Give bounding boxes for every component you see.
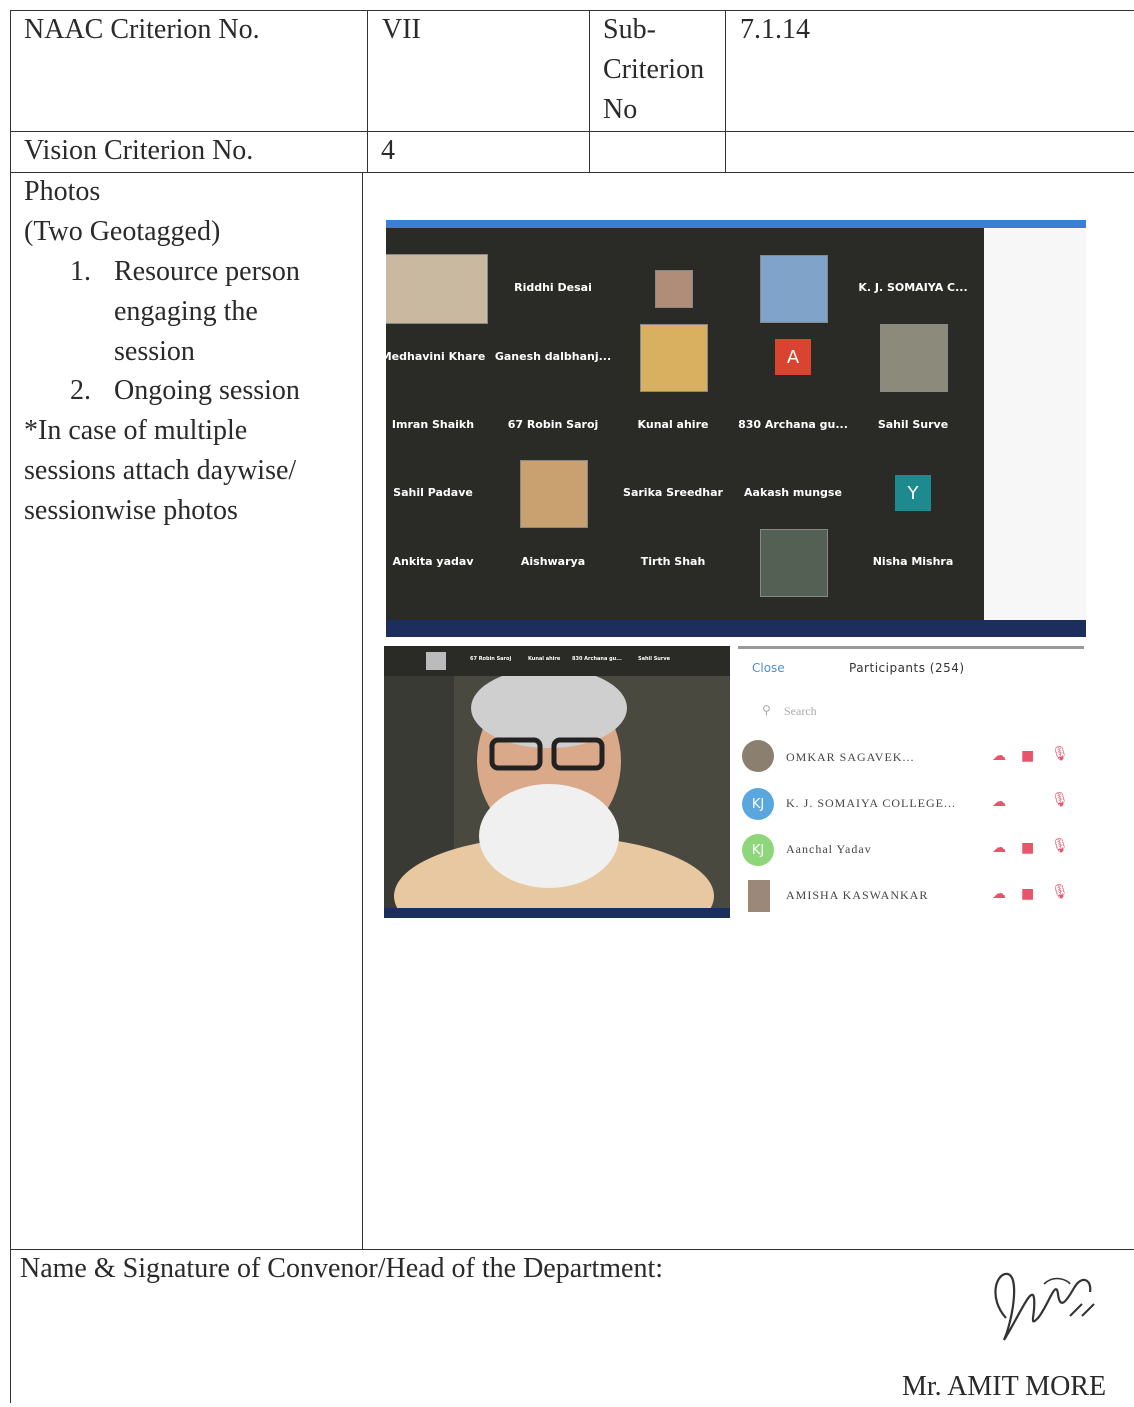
participant-name: Nisha Mishra [872,555,954,568]
video-icon[interactable]: ■ [1021,840,1034,856]
participant-name: Medhavini Khare [386,350,486,363]
participant-name: Riddhi Desai [514,281,592,294]
participant-name: K. J. SOMAIYA C... [858,281,968,294]
avatar [748,880,770,912]
list-item-2-line-1: Ongoing session [114,375,300,406]
avatar [742,740,774,772]
mic-off-icon[interactable]: 🎙 [1051,838,1069,854]
participant-name: Tirth Shah [640,555,706,568]
naac-criterion-label: NAAC Criterion No. [24,14,260,45]
thumbnail-icon [426,652,446,670]
participant-name: Sahil Surve [877,418,949,431]
speaker-video [384,676,730,908]
list-number-2: 2. [70,375,91,406]
mic-off-icon[interactable]: 🎙 [1051,792,1069,808]
close-button[interactable]: Close [752,661,785,675]
speaker-strip: 67 Robin Saroj Kunal ahire 830 Archana g… [384,646,730,676]
mic-off-icon[interactable]: 🎙 [1051,884,1069,900]
participant-name: 67 Robin Saroj [507,418,599,431]
participant-video [880,324,948,392]
naac-criterion-value: VII [382,14,421,45]
participant-video [760,255,828,323]
list-item-1-line-1: Resource person [114,256,300,287]
strip-name-3: 830 Archana gu... [572,656,622,662]
video-icon[interactable]: ■ [1021,748,1034,764]
note-line-1: *In case of multiple [24,415,248,446]
list-item-1-line-3: session [114,336,195,367]
sub-criterion-label-3: No [603,94,638,125]
note-line-2: sessions attach daywise/ [24,455,297,486]
participant-name-3: Aanchal Yadav [786,842,872,856]
participant-video [655,270,693,308]
window-titlebar [386,220,1086,228]
sub-criterion-label-1: Sub- [603,14,656,45]
participant-name-1: OMKAR SAGAVEK... [786,750,915,764]
participant-name: Aishwarya [520,555,586,568]
participant-name: 830 Archana gu... [738,418,848,431]
photos-heading: Photos [24,176,101,207]
mic-off-icon[interactable]: 🎙 [1051,746,1069,762]
participant-name: Aakash mungse [744,486,842,499]
search-input[interactable]: Search [784,704,817,719]
participant-video [640,324,708,392]
sub-criterion-label-2: Criterion [603,54,705,85]
participant-video [760,529,828,597]
participant-name-2: K. J. SOMAIYA COLLEGE... [786,796,957,810]
list-item-1-line-2: engaging the [114,296,258,327]
participant-name: Ankita yadav [392,555,474,568]
list-number-1: 1. [70,256,91,287]
participants-panel: Close Participants (254) ⚲ Search OMKAR … [738,646,1084,918]
strip-name-4: Sahil Surve [638,656,670,662]
participant-name: Ganesh dalbhanj... [494,350,612,363]
participant-name-4: AMISHA KASWANKAR [786,888,929,902]
photos-subheading: (Two Geotagged) [24,216,221,247]
cloud-icon[interactable]: ☁ [992,794,1006,810]
participant-avatar: Y [895,475,931,511]
cloud-icon[interactable]: ☁ [992,748,1006,764]
vision-criterion-value: 4 [381,135,395,166]
participant-name: Sahil Padave [393,486,473,499]
participants-title: Participants (254) [849,661,965,675]
strip-name-1: 67 Robin Saroj [470,656,512,662]
side-chat-panel [984,228,1086,620]
cloud-icon[interactable]: ☁ [992,886,1006,902]
participant-name: Kunal ahire [637,418,709,431]
taskbar [386,620,1086,637]
search-icon: ⚲ [762,703,771,717]
sub-criterion-value: 7.1.14 [740,14,810,45]
gallery-screenshot: Riddhi Desai K. J. SOMAIYA C... Medhavini … [386,220,1086,637]
vision-criterion-label: Vision Criterion No. [24,135,254,166]
avatar: KJ [742,788,774,820]
participant-avatar: A [775,339,811,375]
participant-video [520,460,588,528]
participant-name: Imran Shaikh [391,418,475,431]
convenor-name: Mr. AMIT MORE [902,1371,1107,1402]
participant-name: Sarika Sreedhar [623,486,723,499]
cloud-icon[interactable]: ☁ [992,840,1006,856]
note-line-3: sessionwise photos [24,495,238,526]
participant-video [386,254,488,324]
signature [994,1272,1095,1341]
speaker-screenshot: 67 Robin Saroj Kunal ahire 830 Archana g… [384,646,730,918]
strip-name-2: Kunal ahire [528,656,561,662]
footer-label: Name & Signature of Convenor/Head of the… [20,1253,664,1284]
avatar: KJ [742,834,774,866]
panel-top-border [738,646,1084,649]
video-icon[interactable]: ■ [1021,886,1034,902]
speaker-taskbar [384,908,730,918]
